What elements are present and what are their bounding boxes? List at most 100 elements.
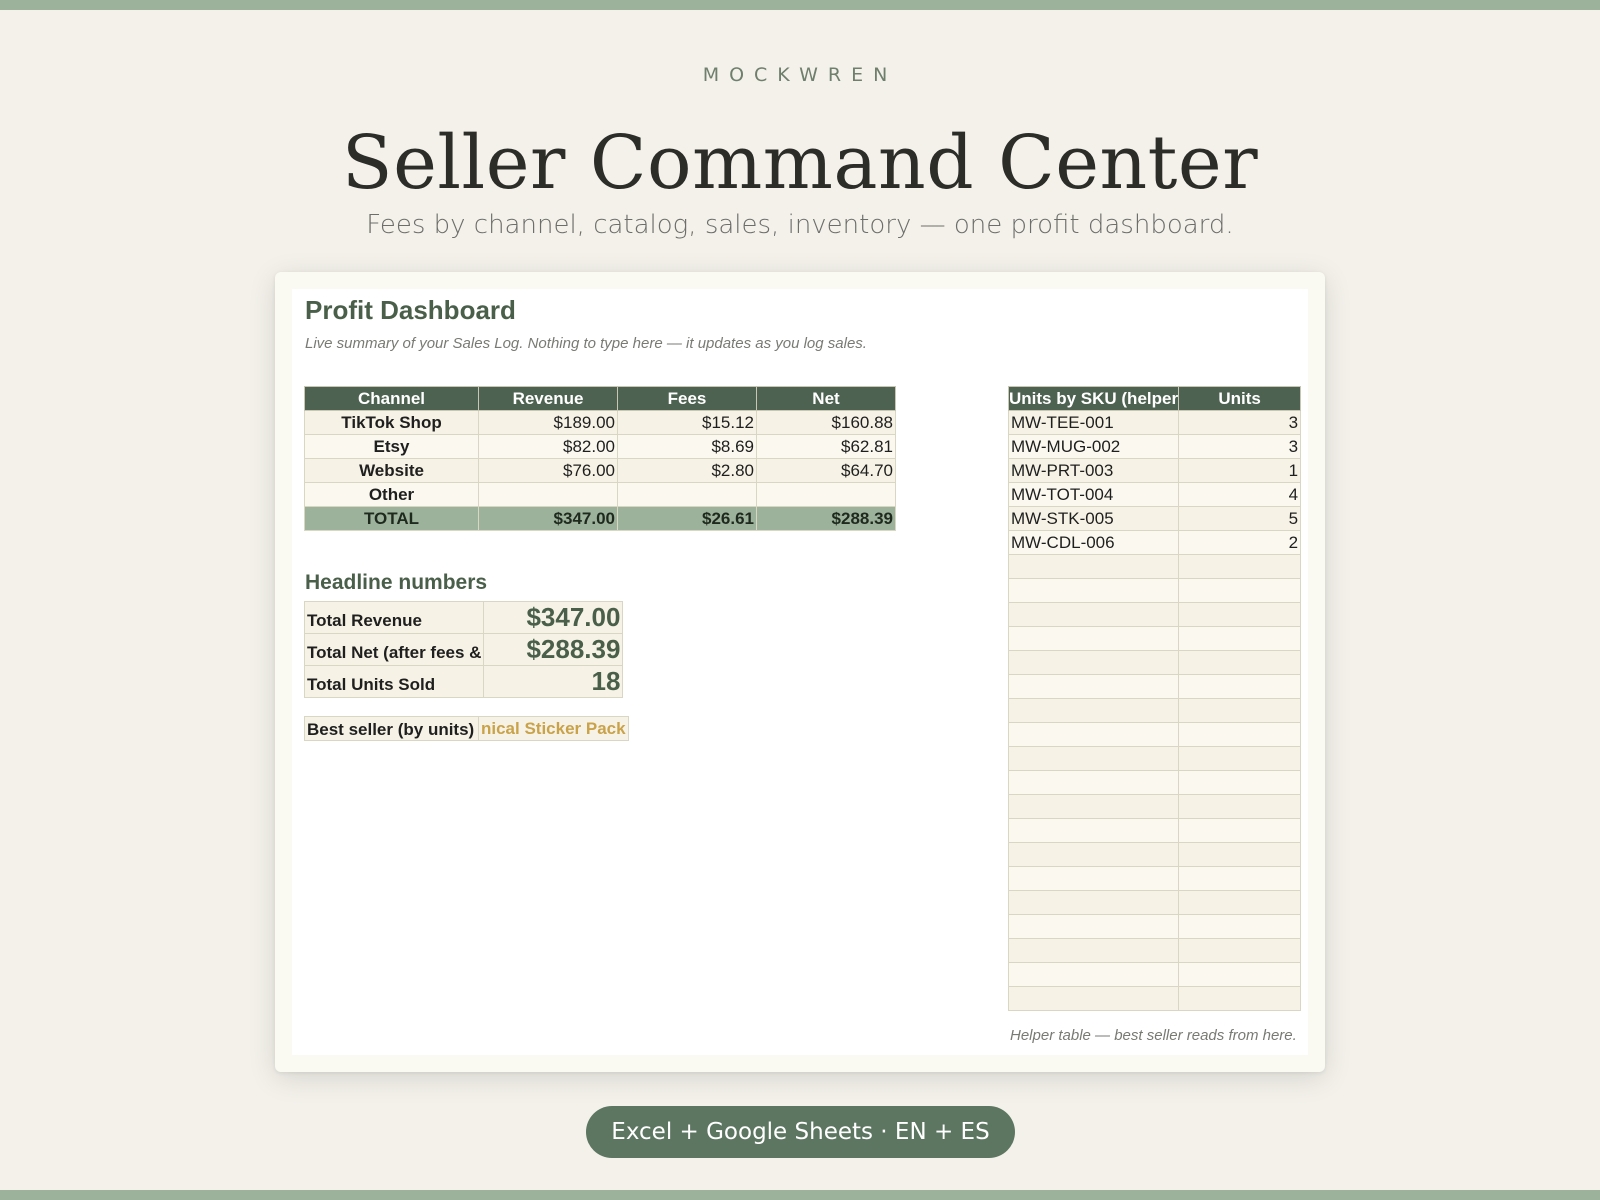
total-revenue-value[interactable]: $347.00 [483,601,624,634]
column-header-units[interactable]: Units [1178,386,1302,411]
column-header-net[interactable]: Net [756,386,896,411]
units-cell[interactable] [1178,938,1302,963]
sku-cell[interactable]: MW-TOT-004 [1007,482,1180,507]
revenue-cell[interactable]: $189.00 [478,410,618,435]
net-cell[interactable]: $160.88 [756,410,896,435]
channel-cell[interactable]: Other [304,482,479,507]
best-seller-label[interactable]: Best seller (by units) [304,716,479,741]
units-cell[interactable]: 3 [1178,410,1302,435]
sku-cell[interactable] [1007,818,1180,843]
sku-cell[interactable] [1007,698,1180,723]
sku-cell[interactable] [1007,842,1180,867]
top-accent-band [0,0,1600,10]
units-cell[interactable]: 2 [1178,530,1302,555]
total-label-cell[interactable]: TOTAL [304,506,479,531]
column-header-sku[interactable]: Units by SKU (helper [1007,386,1180,411]
sku-cell[interactable] [1007,986,1180,1011]
table-row-empty [1007,674,1302,699]
units-cell[interactable] [1178,602,1302,627]
sku-cell[interactable] [1007,650,1180,675]
table-row: Best seller (by units) nical Sticker Pac… [304,716,629,741]
units-cell[interactable] [1178,914,1302,939]
units-cell[interactable] [1178,746,1302,771]
units-cell[interactable]: 5 [1178,506,1302,531]
units-cell[interactable]: 3 [1178,434,1302,459]
total-revenue-label[interactable]: Total Revenue [303,601,485,634]
units-cell[interactable] [1178,818,1302,843]
channel-cell[interactable]: TikTok Shop [304,410,479,435]
revenue-cell[interactable]: $82.00 [478,434,618,459]
net-cell[interactable] [756,482,896,507]
units-cell[interactable] [1178,578,1302,603]
total-revenue-cell[interactable]: $347.00 [478,506,618,531]
units-cell[interactable] [1178,554,1302,579]
total-units-value[interactable]: 18 [483,665,624,698]
total-net-cell[interactable]: $288.39 [756,506,896,531]
table-row: MW-STK-005 5 [1007,506,1302,531]
column-header-revenue[interactable]: Revenue [478,386,618,411]
sku-cell[interactable] [1007,866,1180,891]
fees-cell[interactable]: $2.80 [617,458,757,483]
best-seller-value[interactable]: nical Sticker Pack [478,716,629,741]
sku-cell[interactable] [1007,938,1180,963]
units-cell[interactable] [1178,650,1302,675]
units-cell[interactable] [1178,866,1302,891]
sku-cell[interactable]: MW-STK-005 [1007,506,1180,531]
sku-cell[interactable] [1007,794,1180,819]
net-cell[interactable]: $62.81 [756,434,896,459]
units-cell[interactable] [1178,962,1302,987]
table-row: Other [304,482,896,507]
table-row-empty [1007,938,1302,963]
units-cell[interactable] [1178,842,1302,867]
fees-cell[interactable] [617,482,757,507]
table-row: Website $76.00 $2.80 $64.70 [304,458,896,483]
table-row-empty [1007,914,1302,939]
sku-cell[interactable] [1007,914,1180,939]
units-cell[interactable] [1178,698,1302,723]
total-units-label[interactable]: Total Units Sold [303,665,485,698]
table-row-empty [1007,698,1302,723]
units-cell[interactable] [1178,722,1302,747]
table-row: MW-PRT-003 1 [1007,458,1302,483]
sku-cell[interactable]: MW-MUG-002 [1007,434,1180,459]
units-cell[interactable] [1178,890,1302,915]
sku-cell[interactable] [1007,626,1180,651]
fees-cell[interactable]: $15.12 [617,410,757,435]
revenue-cell[interactable] [478,482,618,507]
revenue-cell[interactable]: $76.00 [478,458,618,483]
total-net-value[interactable]: $288.39 [483,633,624,666]
sku-cell[interactable]: MW-CDL-006 [1007,530,1180,555]
channel-summary-table: Channel Revenue Fees Net TikTok Shop $18… [304,386,896,531]
table-row-empty [1007,842,1302,867]
units-cell[interactable] [1178,770,1302,795]
units-cell[interactable]: 4 [1178,482,1302,507]
sku-cell[interactable] [1007,554,1180,579]
sku-cell[interactable] [1007,770,1180,795]
units-cell[interactable] [1178,626,1302,651]
units-cell[interactable] [1178,986,1302,1011]
column-header-channel[interactable]: Channel [304,386,479,411]
sku-cell[interactable] [1007,746,1180,771]
table-row-empty [1007,650,1302,675]
sku-cell[interactable]: MW-TEE-001 [1007,410,1180,435]
sku-cell[interactable] [1007,722,1180,747]
sku-cell[interactable]: MW-PRT-003 [1007,458,1180,483]
units-cell[interactable]: 1 [1178,458,1302,483]
sku-cell[interactable] [1007,890,1180,915]
sku-cell[interactable] [1007,962,1180,987]
sku-cell[interactable] [1007,578,1180,603]
total-net-label[interactable]: Total Net (after fees & [303,633,485,666]
channel-cell[interactable]: Etsy [304,434,479,459]
total-fees-cell[interactable]: $26.61 [617,506,757,531]
units-cell[interactable] [1178,674,1302,699]
sku-cell[interactable] [1007,674,1180,699]
fees-cell[interactable]: $8.69 [617,434,757,459]
channel-cell[interactable]: Website [304,458,479,483]
units-cell[interactable] [1178,794,1302,819]
sku-cell[interactable] [1007,602,1180,627]
table-header-row: Units by SKU (helper Units [1007,386,1302,411]
column-header-fees[interactable]: Fees [617,386,757,411]
bottom-accent-band [0,1190,1600,1200]
net-cell[interactable]: $64.70 [756,458,896,483]
hero-subtitle: Fees by channel, catalog, sales, invento… [366,210,1234,240]
